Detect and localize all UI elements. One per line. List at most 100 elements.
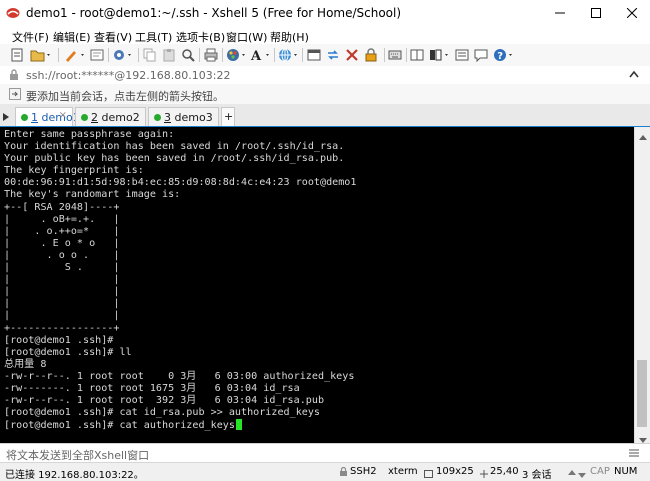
menu-tab[interactable]: 选项卡(B) xyxy=(176,29,225,45)
lock-button[interactable] xyxy=(364,47,378,63)
color-scheme-button[interactable] xyxy=(226,47,248,63)
properties-icon xyxy=(90,48,104,62)
edit-icon xyxy=(64,48,86,62)
caps-lock-status: CAP xyxy=(590,466,610,477)
connected-status-icon xyxy=(81,114,88,121)
xftp-icon xyxy=(345,48,359,62)
compose-input[interactable]: 将文本发送到全部Xshell窗口 xyxy=(6,447,149,463)
plus-icon: + xyxy=(224,110,234,123)
sessions-status: 3 会话 xyxy=(522,470,552,481)
encoding-button[interactable] xyxy=(278,47,300,63)
terminal-size-status: 109x25 xyxy=(436,466,474,477)
chat-icon xyxy=(474,48,488,62)
tab-bar: 1 demo1 × 2 demo2 3 demo3 + xyxy=(0,104,650,128)
menu-help[interactable]: 帮助(H) xyxy=(270,29,309,45)
tab-label: 3 demo3 xyxy=(164,111,213,124)
terminal-line: 总用量 8 xyxy=(4,358,47,370)
tab-demo1[interactable]: 1 demo1 × xyxy=(15,107,80,126)
layout-button[interactable] xyxy=(410,47,424,63)
keyboard-button[interactable] xyxy=(388,47,402,63)
paste-button[interactable] xyxy=(162,47,176,63)
color-scheme-icon xyxy=(226,48,248,62)
script-icon xyxy=(455,48,469,62)
tab-demo3[interactable]: 3 demo3 xyxy=(148,107,219,126)
menu-bar: 文件(F) 编辑(E) 查看(V) 工具(T) 选项卡(B) 窗口(W) 帮助(… xyxy=(0,26,650,45)
ssh-lock-icon xyxy=(339,466,348,480)
title-bar: demo1 - root@demo1:~/.ssh - Xshell 5 (Fr… xyxy=(0,0,650,26)
scrollbar-thumb[interactable] xyxy=(637,360,647,427)
hint-bar: 要添加当前会话，点击左侧的箭头按钮。 xyxy=(0,84,650,105)
properties-button[interactable] xyxy=(90,47,104,63)
menu-window[interactable]: 窗口(W) xyxy=(226,29,267,45)
download-arrow-icon xyxy=(578,468,586,481)
help-button[interactable]: ? xyxy=(493,47,515,63)
print-icon xyxy=(204,48,218,62)
svg-text:?: ? xyxy=(497,51,503,62)
paste-icon xyxy=(162,48,176,62)
maximize-button[interactable] xyxy=(578,0,614,26)
keyboard-icon xyxy=(388,48,402,62)
compose-menu-icon[interactable] xyxy=(628,448,640,461)
font-button[interactable]: A xyxy=(250,47,272,63)
chat-button[interactable] xyxy=(474,47,488,63)
settings-button[interactable] xyxy=(112,47,134,63)
menu-file[interactable]: 文件(F) xyxy=(12,29,49,45)
find-button[interactable] xyxy=(181,47,195,63)
edit-button[interactable] xyxy=(64,47,86,63)
gear-icon xyxy=(112,48,134,62)
sftp-button[interactable] xyxy=(326,47,340,63)
transfer-icon xyxy=(326,48,340,62)
connection-status: 已连接 192.168.80.103:22。 xyxy=(5,470,144,481)
cursor-position-status: 25,40 xyxy=(490,466,519,477)
terminal-line: [root@demo1 .ssh]# xyxy=(4,334,114,346)
tab-close-icon[interactable]: × xyxy=(59,110,67,121)
terminal-cursor xyxy=(235,419,242,431)
hint-text: 要添加当前会话，点击左侧的箭头按钮。 xyxy=(26,90,224,103)
terminal-line: Your public key has been saved in /root/… xyxy=(4,153,345,165)
new-session-button[interactable] xyxy=(10,47,24,63)
terminal-type-status: xterm xyxy=(388,466,418,477)
hint-arrow-icon[interactable] xyxy=(9,88,21,103)
menu-view[interactable]: 查看(V) xyxy=(94,29,132,45)
terminal-line: +--[ RSA 2048]----+ xyxy=(4,201,120,213)
menu-edit[interactable]: 编辑(E) xyxy=(53,29,91,45)
script-button[interactable] xyxy=(455,47,469,63)
minimize-button[interactable] xyxy=(542,0,578,26)
layout-icon xyxy=(410,48,424,62)
terminal-line: +-----------------+ xyxy=(4,322,120,334)
terminal-line: | | xyxy=(4,286,120,298)
address-up-icon[interactable] xyxy=(628,69,640,84)
print-button[interactable] xyxy=(204,47,218,63)
new-window-button[interactable] xyxy=(307,47,321,63)
terminal-line: Your identification has been saved in /r… xyxy=(4,141,345,153)
terminal-line: Enter same passphrase again: xyxy=(4,129,175,140)
size-icon xyxy=(424,468,433,481)
terminal-line: -rw-r--r--. 1 root root 0 3月 6 03:00 aut… xyxy=(4,370,355,382)
compose-bar: 将文本发送到全部Xshell窗口 xyxy=(0,443,650,463)
terminal-line: | | xyxy=(4,274,120,286)
terminal-prompt-line[interactable]: [root@demo1 .ssh]# cat authorized_keys xyxy=(4,419,356,431)
terminal-line: | . o.++o=* | xyxy=(4,225,120,237)
terminal-lines: Enter same passphrase again: Your identif… xyxy=(4,129,356,431)
terminal-line: | . E o * o | xyxy=(4,237,120,249)
address-input[interactable]: ssh://root:******@192.168.80.103:22 xyxy=(26,69,231,82)
close-button[interactable] xyxy=(614,0,650,26)
menu-tools[interactable]: 工具(T) xyxy=(135,29,172,45)
new-session-icon xyxy=(10,48,24,62)
copy-button[interactable] xyxy=(143,47,157,63)
xftp-button[interactable] xyxy=(345,47,359,63)
address-bar: ssh://root:******@192.168.80.103:22 xyxy=(0,66,650,85)
tile-button[interactable] xyxy=(429,47,451,63)
terminal-line: The key fingerprint is: xyxy=(4,165,144,177)
lock-icon xyxy=(364,48,378,62)
tab-demo2[interactable]: 2 demo2 xyxy=(75,107,146,126)
window-title: demo1 - root@demo1:~/.ssh - Xshell 5 (Fr… xyxy=(26,6,402,20)
address-lock-icon xyxy=(9,69,19,84)
scroll-up-icon[interactable] xyxy=(639,130,647,143)
add-tab-button[interactable]: + xyxy=(221,107,235,126)
tab-menu-icon[interactable] xyxy=(3,111,13,124)
svg-text:A: A xyxy=(250,49,262,62)
terminal-output[interactable]: Enter same passphrase again: Your identif… xyxy=(0,127,634,443)
copy-icon xyxy=(143,48,157,62)
open-session-button[interactable] xyxy=(30,47,52,63)
